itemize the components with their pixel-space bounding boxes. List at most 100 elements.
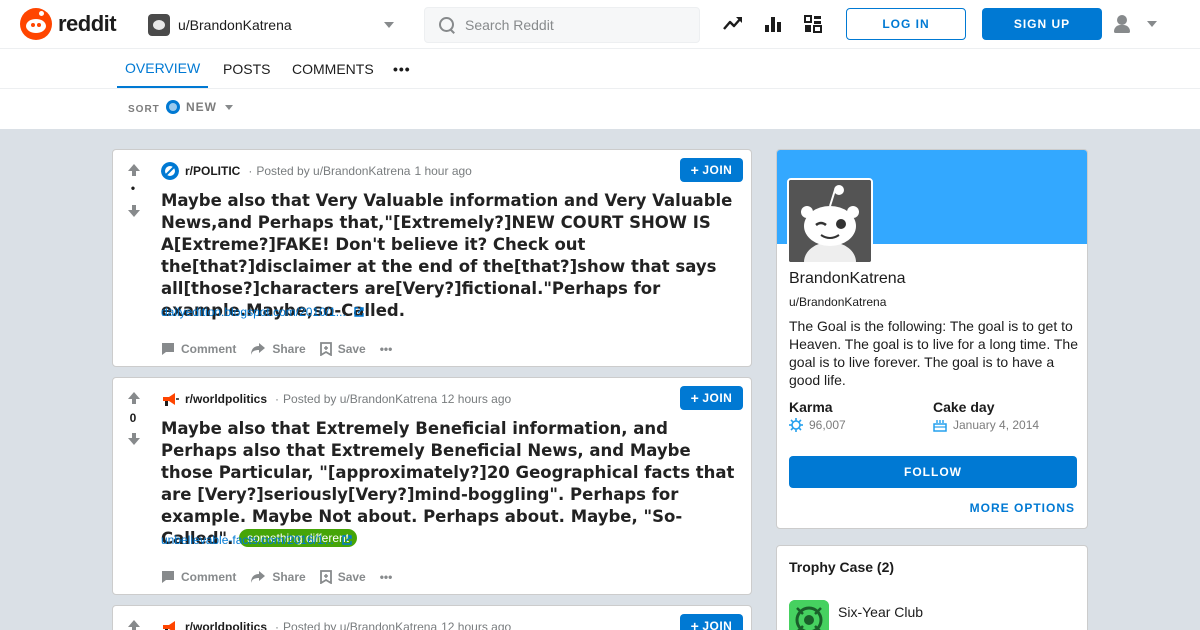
bookmark-icon <box>319 570 332 584</box>
login-button[interactable]: LOG IN <box>846 8 966 40</box>
more-options-link[interactable]: MORE OPTIONS <box>970 501 1075 515</box>
cakeday-label: Cake day <box>933 399 995 415</box>
user-page-dropdown[interactable]: u/BrandonKatrena <box>148 10 404 40</box>
six-year-club-icon[interactable] <box>789 600 829 630</box>
join-label: JOIN <box>702 619 733 630</box>
post-card[interactable]: • r/POLITIC · Posted by u/BrandonKatrena… <box>112 149 752 367</box>
search-input[interactable] <box>465 17 685 33</box>
bookmark-icon <box>319 342 332 356</box>
top-header: reddit u/BrandonKatrena LOG IN SIGN UP <box>0 0 1200 49</box>
sort-bar: SORT NEW <box>0 89 1200 129</box>
upvote-icon[interactable] <box>127 163 141 177</box>
search-icon <box>439 17 455 33</box>
comment-label: Comment <box>181 342 237 356</box>
tab-more-button[interactable]: ••• <box>393 49 411 88</box>
downvote-icon[interactable] <box>127 204 141 218</box>
share-button[interactable]: Share <box>250 342 306 356</box>
cakeday-date: January 4, 2014 <box>953 418 1040 432</box>
user-dropdown-label: u/BrandonKatrena <box>178 17 292 33</box>
save-label: Save <box>337 342 366 356</box>
cake-icon <box>933 420 947 432</box>
post-title[interactable]: Maybe also that Extremely Beneficial inf… <box>161 418 745 550</box>
share-button[interactable]: Share <box>250 570 306 584</box>
follow-button[interactable]: FOLLOW <box>789 456 1077 488</box>
post-title[interactable]: Maybe also that Very Valuable informatio… <box>161 190 745 322</box>
posted-by[interactable]: Posted by u/BrandonKatrena <box>283 392 437 406</box>
user-icon <box>1117 15 1127 25</box>
share-icon <box>251 343 266 355</box>
tab-comments[interactable]: COMMENTS <box>292 49 374 88</box>
post-meta: r/worldpolitics · Posted by u/BrandonKat… <box>161 390 511 408</box>
megaphone-icon[interactable] <box>161 618 179 630</box>
post-meta: r/worldpolitics · Posted by u/BrandonKat… <box>161 618 511 630</box>
posted-by[interactable]: Posted by u/BrandonKatrena <box>283 620 437 630</box>
profile-avatar[interactable] <box>787 178 873 264</box>
plus-icon: + <box>690 390 700 406</box>
post-card[interactable]: 0 r/worldpolitics · Posted by u/BrandonK… <box>112 377 752 595</box>
megaphone-icon[interactable] <box>161 390 179 408</box>
karma-number: 96,007 <box>809 418 846 432</box>
tab-posts[interactable]: POSTS <box>223 49 270 88</box>
profile-card: BrandonKatrena u/BrandonKatrena The Goal… <box>776 149 1088 529</box>
profile-bio: The Goal is the following: The goal is t… <box>789 318 1078 388</box>
join-button[interactable]: + JOIN <box>680 158 743 182</box>
share-label: Share <box>272 570 306 584</box>
user-avatar-icon <box>148 14 170 36</box>
save-label: Save <box>337 570 366 584</box>
post-time[interactable]: 1 hour ago <box>414 164 471 178</box>
karma-icon <box>789 418 803 432</box>
subreddit-icon[interactable] <box>161 162 179 180</box>
share-label: Share <box>272 342 306 356</box>
new-badge-icon <box>166 100 180 114</box>
signup-button[interactable]: SIGN UP <box>982 8 1102 40</box>
sort-label: SORT <box>128 104 160 115</box>
external-link-icon <box>342 535 352 545</box>
profile-tabs: OVERVIEW POSTS COMMENTS ••• <box>0 49 1200 89</box>
downvote-icon[interactable] <box>127 432 141 446</box>
logo-wordmark: reddit <box>58 11 117 36</box>
subreddit-link[interactable]: r/worldpolitics <box>185 620 267 630</box>
join-button[interactable]: + JOIN <box>680 614 743 630</box>
post-time[interactable]: 12 hours ago <box>441 620 511 630</box>
karma-value: 96,007 <box>789 418 846 432</box>
trending-icon[interactable] <box>722 13 744 35</box>
chevron-down-icon <box>225 104 233 110</box>
reddit-logo[interactable]: reddit <box>20 8 117 40</box>
trophy-name[interactable]: Six-Year Club <box>838 604 923 620</box>
upvote-icon[interactable] <box>127 391 141 405</box>
profile-display-name: BrandonKatrena <box>789 270 906 287</box>
post-link[interactable]: unbelievable-facts.com/2016/1... <box>161 533 352 547</box>
post-card[interactable]: r/worldpolitics · Posted by u/BrandonKat… <box>112 605 752 630</box>
sort-dropdown[interactable]: NEW <box>166 100 233 114</box>
profile-handle: u/BrandonKatrena <box>789 295 887 309</box>
subreddit-link[interactable]: r/worldpolitics <box>185 392 267 406</box>
user-menu-button[interactable] <box>1112 14 1162 36</box>
snoo-avatar-icon <box>789 180 871 262</box>
join-label: JOIN <box>702 163 733 177</box>
plus-icon: + <box>690 162 700 178</box>
post-meta: r/POLITIC · Posted by u/BrandonKatrena 1… <box>161 162 472 180</box>
share-icon <box>251 571 266 583</box>
external-link-icon <box>354 307 364 317</box>
comment-button[interactable]: Comment <box>161 570 236 584</box>
upvote-icon[interactable] <box>127 619 141 630</box>
post-link[interactable]: dailyedition.blogspot.com/2010/1... <box>161 305 364 319</box>
more-options-button[interactable]: ••• <box>380 342 393 356</box>
save-button[interactable]: Save <box>319 342 366 356</box>
subreddit-link[interactable]: r/POLITIC <box>185 164 240 178</box>
search-bar[interactable] <box>424 7 700 43</box>
vote-count: • <box>130 181 136 195</box>
more-options-button[interactable]: ••• <box>380 570 393 584</box>
karma-label: Karma <box>789 399 833 415</box>
save-button[interactable]: Save <box>319 570 366 584</box>
post-actions: Comment Share Save ••• <box>161 570 406 584</box>
stats-icon[interactable] <box>762 13 784 35</box>
post-time[interactable]: 12 hours ago <box>441 392 511 406</box>
tab-overview[interactable]: OVERVIEW <box>117 49 209 88</box>
trophy-case-card: Trophy Case (2) Six-Year Club <box>776 545 1088 630</box>
posted-by[interactable]: Posted by u/BrandonKatrena <box>256 164 410 178</box>
comment-button[interactable]: Comment <box>161 342 236 356</box>
community-icon[interactable] <box>802 13 824 35</box>
join-button[interactable]: + JOIN <box>680 386 743 410</box>
comment-icon <box>162 343 174 355</box>
